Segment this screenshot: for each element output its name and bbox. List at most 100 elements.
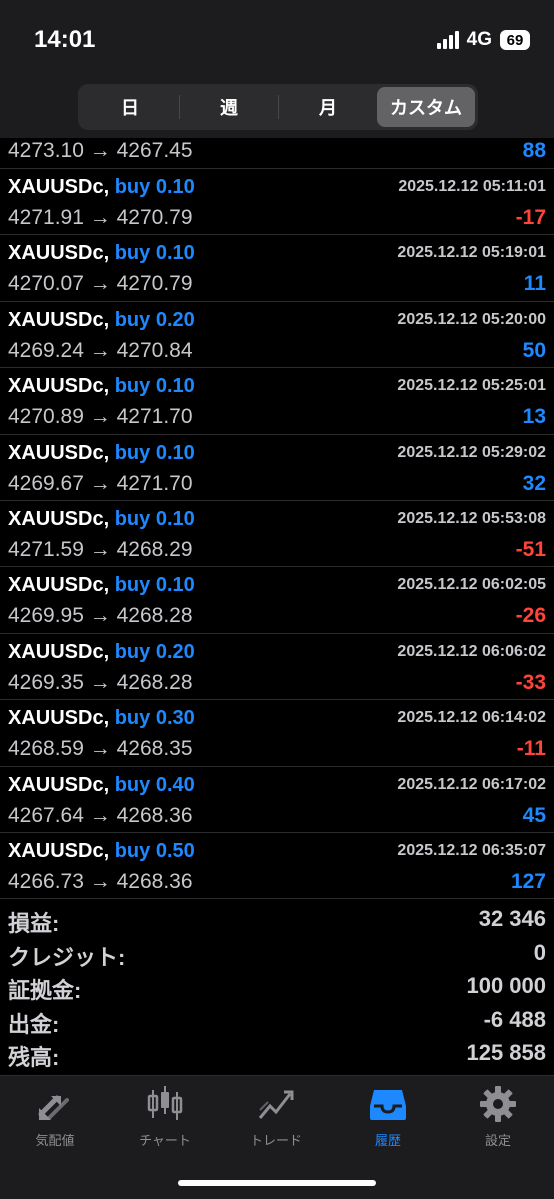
close-price: 4270.79 — [116, 272, 193, 296]
summary-row: 証拠金: 100 000 — [0, 971, 554, 1005]
trade-prices: 4269.35 → 4268.28 — [8, 671, 193, 695]
open-price: 4268.59 — [8, 737, 84, 761]
trade-time: 2025.12.12 05:29:02 — [397, 443, 546, 461]
open-price: 4270.07 — [8, 272, 84, 296]
tab-trade[interactable]: トレード — [221, 1084, 331, 1154]
arrow-icon: → — [89, 537, 111, 561]
trade-side-volume: buy 0.10 — [114, 441, 195, 464]
trade-symbol: XAUUSDc, buy 0.50 — [8, 840, 195, 863]
signal-strength-icon — [436, 31, 459, 49]
tab-label: トレード — [249, 1133, 302, 1148]
arrow-icon: → — [89, 737, 111, 761]
trade-row[interactable]: XAUUSDc, buy 0.30 2025.12.12 06:14:02 4268… — [0, 700, 554, 767]
tab-week[interactable]: 週 — [180, 87, 278, 127]
summary-value: 32 346 — [478, 906, 546, 931]
trade-row-partial[interactable]: 4273.10 → 4267.45 88 — [0, 138, 554, 169]
trade-row[interactable]: XAUUSDc, buy 0.10 2025.12.12 05:29:02 4269… — [0, 435, 554, 501]
summary-row: 損益: 32 346 — [0, 904, 554, 938]
trade-symbol: XAUUSDc, buy 0.30 — [8, 707, 195, 730]
trade-row[interactable]: XAUUSDc, buy 0.20 2025.12.12 06:06:02 4269… — [0, 634, 554, 701]
trade-row[interactable]: XAUUSDc, buy 0.50 2025.12.12 06:35:07 4266… — [0, 833, 554, 900]
tab-history[interactable]: 履歴 — [333, 1084, 443, 1154]
close-price: 4270.84 — [116, 338, 193, 362]
trade-row[interactable]: XAUUSDc, buy 0.40 2025.12.12 06:17:02 4267… — [0, 767, 554, 833]
trade-time: 2025.12.12 06:02:05 — [397, 576, 546, 594]
close-price: 4267.45 — [116, 139, 193, 162]
tab-day[interactable]: 日 — [81, 87, 179, 127]
status-bar: 14:01 4G 69 — [0, 0, 554, 80]
status-time: 14:01 — [34, 26, 96, 53]
open-price: 4269.95 — [8, 604, 84, 628]
trade-row[interactable]: XAUUSDc, buy 0.10 2025.12.12 05:25:01 4270… — [0, 368, 554, 435]
arrow-icon: → — [89, 803, 111, 827]
trade-row[interactable]: XAUUSDc, buy 0.10 2025.12.12 05:53:08 4271… — [0, 501, 554, 568]
trade-prices: 4269.24 → 4270.84 — [8, 339, 193, 363]
symbol-name: XAUUSDc, — [8, 773, 110, 796]
open-price: 4269.67 — [8, 471, 84, 495]
symbol-name: XAUUSDc, — [8, 176, 110, 198]
summary-row: 残高: 125 858 — [0, 1038, 554, 1072]
arrow-icon: → — [89, 272, 111, 296]
trade-prices: 4269.67 → 4271.70 — [8, 472, 193, 496]
arrow-icon: → — [89, 338, 111, 362]
home-indicator — [178, 1180, 376, 1186]
trade-side-volume: buy 0.10 — [114, 574, 195, 597]
gear-icon — [478, 1084, 518, 1124]
trade-side-volume: buy 0.50 — [114, 839, 195, 862]
trade-side-volume: buy 0.10 — [114, 176, 195, 198]
trade-chart-icon — [256, 1084, 296, 1124]
tab-custom[interactable]: カスタム — [377, 87, 475, 127]
symbol-name: XAUUSDc, — [8, 640, 110, 663]
trade-symbol: XAUUSDc, buy 0.20 — [8, 641, 195, 664]
trade-row[interactable]: XAUUSDc, buy 0.10 2025.12.12 05:11:01 4271… — [0, 169, 554, 236]
summary-label: 証拠金: — [8, 978, 82, 1004]
trade-time: 2025.12.12 05:53:08 — [397, 509, 546, 527]
history-inbox-icon — [368, 1084, 408, 1124]
trade-profit: 50 — [522, 338, 546, 362]
open-price: 4269.24 — [8, 338, 84, 362]
trade-time: 2025.12.12 05:20:00 — [397, 310, 546, 328]
close-price: 4268.28 — [116, 604, 193, 628]
tab-quotes[interactable]: 気配値 — [0, 1084, 110, 1154]
trade-row[interactable]: XAUUSDc, buy 0.10 2025.12.12 06:02:05 4269… — [0, 567, 554, 634]
symbol-name: XAUUSDc, — [8, 441, 110, 464]
trade-prices: 4271.59 → 4268.29 — [8, 538, 193, 562]
tab-month[interactable]: 月 — [279, 87, 377, 127]
summary-value: 100 000 — [466, 973, 546, 999]
close-price: 4271.70 — [116, 471, 193, 495]
account-summary: 損益: 32 346 クレジット: 0 証拠金: 100 000 出金: -6 488 残高: 1… — [0, 904, 554, 1072]
trade-side-volume: buy 0.30 — [114, 707, 195, 730]
symbol-name: XAUUSDc, — [8, 574, 110, 597]
trade-symbol: XAUUSDc, buy 0.10 — [8, 375, 195, 398]
symbol-name: XAUUSDc, — [8, 707, 110, 730]
trade-row[interactable]: XAUUSDc, buy 0.10 2025.12.12 05:19:01 4270… — [0, 235, 554, 302]
summary-label: 損益: — [8, 911, 60, 936]
trade-profit: 13 — [522, 405, 546, 429]
trade-profit: 32 — [522, 471, 546, 495]
trade-symbol: XAUUSDc, buy 0.40 — [8, 774, 195, 797]
close-price: 4268.35 — [116, 737, 193, 761]
symbol-name: XAUUSDc, — [8, 308, 110, 331]
tab-settings[interactable]: 設定 — [443, 1084, 553, 1154]
trade-row[interactable]: XAUUSDc, buy 0.20 2025.12.12 05:20:00 4269… — [0, 302, 554, 369]
trade-time: 2025.12.12 06:17:02 — [397, 775, 546, 793]
trade-symbol: XAUUSDc, buy 0.10 — [8, 176, 195, 199]
summary-value: -6 488 — [483, 1006, 546, 1032]
tab-chart[interactable]: チャート — [110, 1084, 220, 1154]
trade-side-volume: buy 0.10 — [114, 375, 195, 398]
summary-row: クレジット: 0 — [0, 938, 554, 972]
status-indicators: 4G 69 — [436, 28, 530, 52]
symbol-name: XAUUSDc, — [8, 242, 110, 265]
trade-time: 2025.12.12 05:11:01 — [398, 178, 546, 195]
header-bar: 日 週 月 カスタム — [0, 80, 554, 138]
trade-time: 2025.12.12 06:35:07 — [397, 841, 546, 859]
trade-time: 2025.12.12 06:14:02 — [397, 709, 546, 727]
trade-prices: 4269.95 → 4268.28 — [8, 604, 193, 628]
trade-prices: 4270.89 → 4271.70 — [8, 405, 193, 429]
trade-prices: 4267.64 → 4268.36 — [8, 804, 193, 828]
network-type: 4G — [466, 29, 492, 50]
open-price: 4271.91 — [8, 206, 84, 229]
trade-profit: 88 — [522, 139, 546, 162]
trade-prices: 4270.07 → 4270.79 — [8, 272, 193, 296]
arrow-icon: → — [89, 471, 111, 495]
